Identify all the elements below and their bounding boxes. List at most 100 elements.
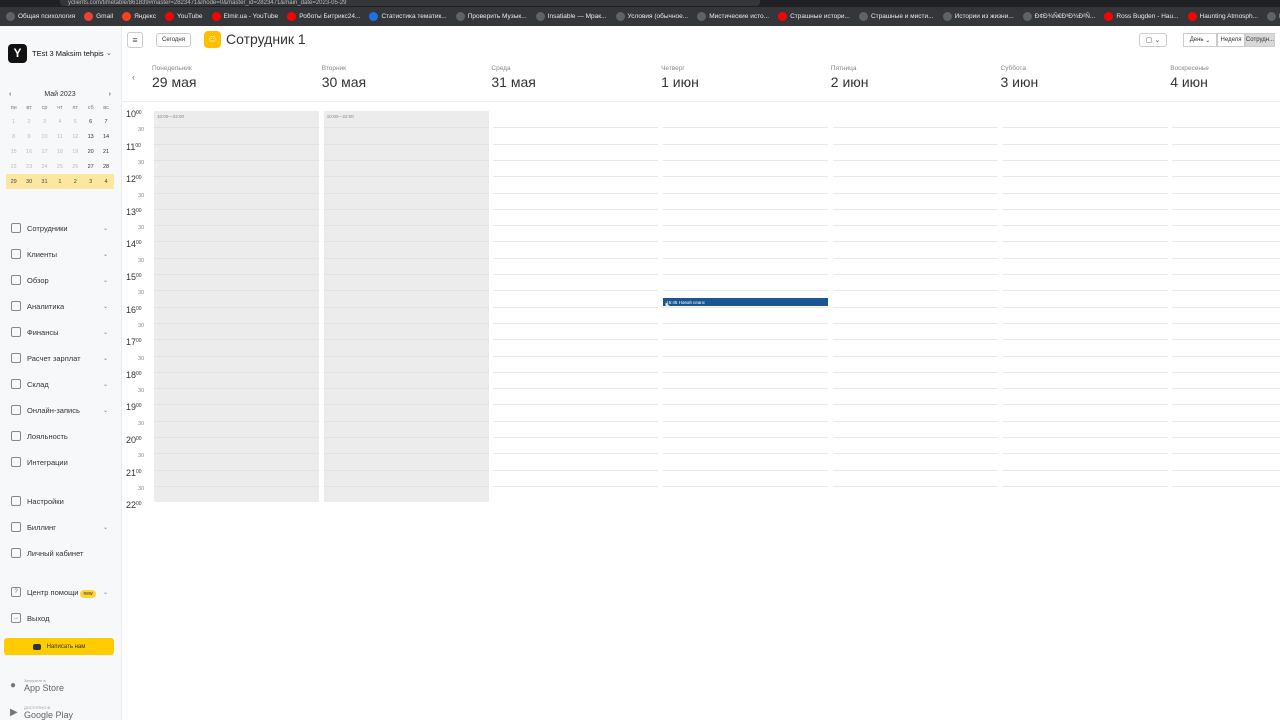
bookmark-item[interactable]: Условия (обычное... [615, 12, 688, 21]
sidebar-item-coin[interactable]: Финансы ⌄ [0, 319, 122, 345]
mini-calendar-day[interactable]: 20 [83, 144, 98, 159]
mini-calendar-day[interactable]: 1 [6, 114, 21, 129]
chevron-left-icon[interactable]: ‹ [132, 72, 135, 82]
hamburger-menu-icon[interactable]: ≡ [127, 32, 143, 48]
day-column[interactable] [493, 111, 659, 502]
bookmark-item[interactable]: Проверить Музык... [455, 12, 527, 21]
app-store-link[interactable]: ● Загрузите в App Store [10, 678, 64, 693]
mini-calendar-day[interactable]: 13 [83, 129, 98, 144]
time-slot-line [323, 290, 489, 292]
date-picker-button[interactable]: ▢ ⌄ [1139, 33, 1167, 47]
bookmark-item[interactable]: Da... [1267, 12, 1280, 21]
sidebar-item-users[interactable]: Клиенты ⌄ [0, 241, 122, 267]
sidebar-item-plug[interactable]: Интеграции [0, 449, 122, 475]
time-slot-line [663, 192, 829, 194]
sidebar-item-box[interactable]: Склад ⌄ [0, 371, 122, 397]
mini-calendar-day[interactable]: 4 [98, 174, 114, 189]
chevron-right-icon[interactable]: › [109, 91, 111, 98]
bookmark-item[interactable]: Ross Bugden - Hau... [1104, 12, 1179, 21]
bookmark-item[interactable]: Haunting Atmosph... [1187, 12, 1258, 21]
mini-calendar-day[interactable]: 9 [21, 129, 36, 144]
appointment-event[interactable]: 15:45 Новой сеанс [663, 298, 829, 307]
mini-calendar-day[interactable]: 15 [6, 144, 21, 159]
time-slot-line [154, 469, 319, 471]
mini-calendar-day[interactable]: 12 [68, 129, 83, 144]
view-week-button[interactable]: Неделя [1217, 33, 1245, 47]
bookmark-item[interactable]: Мистические исто... [697, 12, 769, 21]
sidebar-item-percent[interactable]: Лояльность [0, 423, 122, 449]
mini-calendar-day[interactable]: 5 [68, 114, 83, 129]
time-slot-line [1172, 127, 1280, 129]
mini-calendar-day[interactable]: 27 [83, 159, 98, 174]
bookmark-item[interactable]: Gmail [84, 12, 113, 21]
mini-calendar-day[interactable]: 28 [98, 159, 113, 174]
mini-calendar-day[interactable]: 11 [52, 129, 67, 144]
mini-calendar-day[interactable]: 21 [98, 144, 113, 159]
mini-calendar-day[interactable]: 22 [6, 159, 21, 174]
sidebar-item-user[interactable]: Сотрудники ⌄ [0, 215, 122, 241]
mini-calendar-day[interactable]: 18 [52, 144, 67, 159]
day-column[interactable] [663, 111, 829, 502]
day-column[interactable]: 10:00—22:00 [323, 111, 489, 502]
mini-calendar-day[interactable]: 17 [37, 144, 52, 159]
bookmark-item[interactable]: Истории из жизни... [942, 12, 1014, 21]
today-button[interactable]: Сегодня [156, 33, 191, 47]
time-slot-line [1002, 127, 1168, 129]
mini-calendar-day[interactable]: 10 [37, 129, 52, 144]
bookmark-item[interactable]: Страшные и мисти... [858, 12, 934, 21]
mini-calendar-day[interactable]: 25 [52, 159, 67, 174]
write-us-button[interactable]: Написать нам [4, 638, 114, 655]
bookmark-item[interactable]: Роботы Битрикс24... [287, 12, 360, 21]
bookmark-item[interactable]: Общая психология [6, 12, 75, 21]
sidebar-item-calculator[interactable]: Расчет зарплат ⌄ [0, 345, 122, 371]
bookmark-item[interactable]: Ð¢Ð¾Ñ€Ð³Ð¾Ð²Ñ... [1022, 12, 1095, 21]
day-column[interactable] [1172, 111, 1280, 502]
time-slot-line [1002, 453, 1168, 455]
google-play-link[interactable]: ▶ ДОСТУПНО В Google Play [10, 705, 73, 720]
bookmark-item[interactable]: Elmir.ua - YouTube [211, 12, 278, 21]
bookmark-item[interactable]: Страшные истори... [778, 12, 850, 21]
view-day-label: День [1189, 37, 1204, 43]
day-column[interactable]: 10:00—22:00 [154, 111, 319, 502]
mini-calendar-day[interactable]: 16 [21, 144, 36, 159]
company-switcher[interactable]: Y TEst 3 Maksim tehpis ⌄ [8, 41, 118, 65]
sidebar-item-globe[interactable]: Онлайн-запись ⌄ [0, 397, 122, 423]
mini-calendar-day[interactable]: 30 [21, 174, 37, 189]
mini-calendar-day[interactable]: 8 [6, 129, 21, 144]
sidebar-item-gear[interactable]: Настройки [0, 488, 122, 514]
bookmark-item[interactable]: Яндекс [122, 12, 156, 21]
mini-calendar-day[interactable]: 31 [36, 174, 53, 189]
mini-calendar-day[interactable]: 3 [37, 114, 52, 129]
employee-title[interactable]: Сотрудник 1 [226, 31, 306, 47]
mini-calendar-day[interactable]: 4 [52, 114, 67, 129]
help-center-item[interactable]: ? Центр помощи new ⌄ [0, 579, 122, 605]
address-bar[interactable]: yclients.com/timetable/861839#master=282… [60, 0, 760, 6]
view-day-dropdown[interactable]: День ⌄ [1183, 33, 1217, 47]
sidebar-item-chart[interactable]: Аналитика ⌄ [0, 293, 122, 319]
mini-calendar-day[interactable]: 7 [98, 114, 113, 129]
bookmark-item[interactable]: Статистика тематик... [369, 12, 447, 21]
mini-calendar-day[interactable]: 24 [37, 159, 52, 174]
day-column[interactable] [832, 111, 998, 502]
sidebar-item-grid[interactable]: Обзор ⌄ [0, 267, 122, 293]
mini-calendar-day[interactable]: 14 [98, 129, 113, 144]
mini-calendar-day[interactable]: 29 [6, 174, 22, 189]
bookmark-item[interactable]: Insatiable — Мрак... [535, 12, 607, 21]
time-slot-line [832, 453, 998, 455]
sidebar-item-card[interactable]: Биллинг ⌄ [0, 514, 122, 540]
mini-calendar-day[interactable]: 1 [52, 174, 68, 189]
bookmark-item[interactable]: YouTube [164, 12, 203, 21]
mini-calendar-day[interactable]: 26 [68, 159, 83, 174]
chevron-left-icon[interactable]: ‹ [9, 91, 11, 98]
sidebar-item-profile[interactable]: Личный кабинет [0, 540, 122, 566]
mini-calendar-day[interactable]: 19 [68, 144, 83, 159]
mini-calendar-day[interactable]: 23 [21, 159, 36, 174]
mini-calendar-day[interactable]: 2 [67, 174, 83, 189]
view-staff-button[interactable]: Сотрудн... [1245, 33, 1275, 47]
mini-calendar-day[interactable]: 2 [21, 114, 36, 129]
day-column[interactable] [1002, 111, 1168, 502]
mini-calendar-day[interactable]: 6 [83, 114, 98, 129]
logout-item[interactable]: → Выход [0, 605, 122, 631]
bookmark-favicon-icon [455, 12, 465, 21]
mini-calendar-day[interactable]: 3 [82, 174, 99, 189]
